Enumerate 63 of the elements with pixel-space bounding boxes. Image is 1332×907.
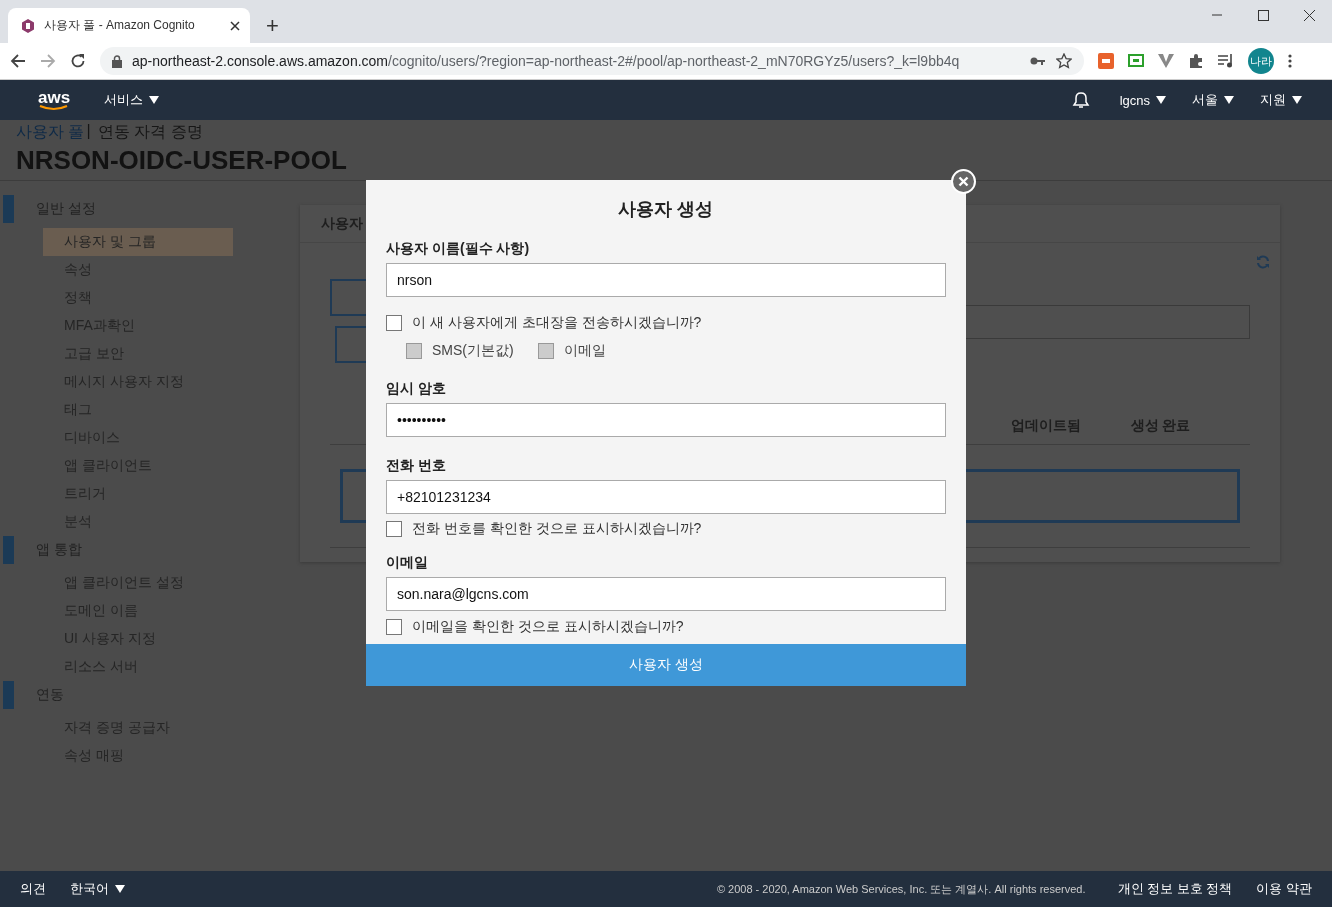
browser-tab[interactable]: 사용자 풀 - Amazon Cognito (8, 8, 250, 43)
pool-title: NRSON-OIDC-USER-POOL (16, 145, 348, 176)
checkbox-label: 전화 번호를 확인한 것으로 표시하시겠습니까? (412, 520, 702, 538)
key-icon[interactable] (1030, 56, 1046, 66)
maximize-icon[interactable] (1257, 9, 1269, 21)
input-field[interactable]: son.nara@lgcns.com (386, 577, 946, 611)
region-menu[interactable]: 서울 (1192, 91, 1234, 109)
create-user-button[interactable]: 사용자 생성 (366, 644, 966, 686)
profile-avatar[interactable]: 나라 (1248, 48, 1274, 74)
new-tab-button[interactable]: + (260, 13, 285, 39)
back-icon[interactable] (10, 53, 26, 69)
support-menu[interactable]: 지원 (1260, 91, 1302, 109)
field-label: 이메일 (386, 554, 429, 572)
checkbox[interactable] (386, 619, 402, 635)
dialog-title: 사용자 생성 (617, 198, 715, 221)
field-label: 임시 암호 (386, 380, 447, 398)
caret-icon (115, 885, 125, 893)
extension-icon[interactable] (1098, 53, 1114, 69)
close-icon[interactable] (1303, 9, 1315, 21)
url-text: ap-northeast-2.console.aws.amazon.com/cognito/users/?region=ap-northeast-2#/pool/ap-northeast-2_mN70RGYz5/users?_k=l9bb4q (132, 53, 961, 69)
address-bar[interactable]: ap-northeast-2.console.aws.amazon.com/cognito/users/?region=ap-northeast-2#/pool/ap-northeast-2_mN70RGYz5/users?_k=l9bb4q (100, 47, 1084, 75)
input-field[interactable]: nrson (386, 263, 946, 297)
field-label: 사용자 이름(필수 사항) (386, 240, 531, 258)
breadcrumb-link[interactable]: 사용자 풀 (16, 122, 85, 143)
caret-icon (149, 96, 160, 104)
aws-logo[interactable]: aws (38, 89, 71, 111)
section-marker (3, 536, 14, 564)
screen-icon[interactable] (1128, 54, 1144, 68)
playlist-icon[interactable] (1218, 54, 1234, 68)
menu-icon[interactable] (1288, 54, 1292, 68)
section-marker (3, 195, 14, 223)
section-marker (3, 681, 14, 709)
tab-title: 사용자 풀 - Amazon Cognito (44, 17, 196, 34)
close-button[interactable] (951, 169, 976, 194)
account-menu[interactable]: lgcns (1119, 92, 1166, 108)
checkbox[interactable] (386, 521, 402, 537)
bell-icon[interactable] (1071, 91, 1090, 109)
close-icon[interactable] (230, 20, 240, 31)
copyright-text: © 2008 - 2020, Amazon Web Services, Inc. 또는 계열사. All rights reserved. (716, 881, 1086, 897)
services-menu[interactable]: 서비스 (104, 91, 160, 109)
checkbox-label: 이메일을 확인한 것으로 표시하시겠습니까? (412, 618, 684, 636)
sidebar-item[interactable]: 사용자 및 그룹 (43, 228, 233, 256)
checkbox-label: 이 새 사용자에게 초대장을 전송하시겠습니까? (412, 314, 702, 332)
hexagon-icon (20, 17, 36, 34)
language-menu[interactable]: 한국어 (70, 880, 125, 898)
reload-icon[interactable] (70, 53, 86, 69)
v-icon[interactable] (1158, 54, 1174, 68)
puzzle-icon[interactable] (1188, 53, 1204, 69)
star-icon[interactable] (1056, 53, 1072, 69)
breadcrumb-separator: | (86, 122, 91, 141)
feedback-link[interactable]: 의견 (20, 880, 46, 898)
input-field[interactable]: +82101231234 (386, 480, 946, 514)
field-label: 전화 번호 (386, 457, 447, 475)
terms-link[interactable]: 이용 약관 (1256, 880, 1312, 898)
checkbox[interactable] (386, 315, 402, 331)
lock-icon (112, 54, 122, 68)
caret-icon (1224, 96, 1234, 104)
caret-icon (1292, 96, 1302, 104)
option-label: SMS(기본값) (432, 342, 514, 360)
privacy-link[interactable]: 개인 정보 보호 정책 (1117, 880, 1233, 898)
option-label: 이메일 (563, 342, 606, 360)
caret-icon (1156, 96, 1166, 104)
input-field[interactable]: •••••••••• (386, 403, 946, 437)
